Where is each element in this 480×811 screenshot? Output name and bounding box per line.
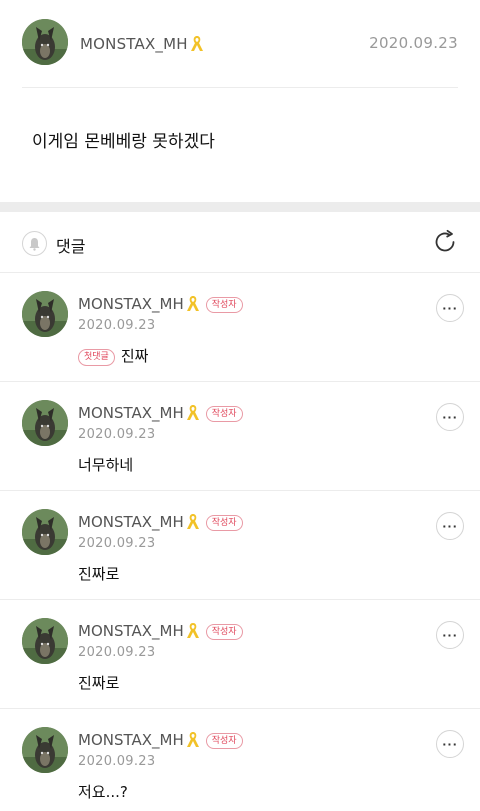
comment-avatar[interactable] xyxy=(22,291,68,337)
bell-icon xyxy=(29,237,40,251)
writer-badge: 작성자 xyxy=(205,515,243,531)
post-date: 2020.09.23 xyxy=(369,34,458,52)
yellow-ribbon-icon xyxy=(190,34,204,52)
comment-author-name: MONSTAX_MH xyxy=(78,731,184,749)
refresh-icon[interactable] xyxy=(432,229,458,255)
comment-author-name: MONSTAX_MH xyxy=(78,622,184,640)
post-author[interactable]: MONSTAX_MH xyxy=(80,34,204,53)
comment-text: 진짜로 xyxy=(78,674,120,692)
comment-author[interactable]: MONSTAX_MH 작성자 xyxy=(78,730,243,749)
writer-badge: 작성자 xyxy=(205,297,243,313)
yellow-ribbon-icon xyxy=(186,294,200,312)
comment-author[interactable]: MONSTAX_MH 작성자 xyxy=(78,621,243,640)
comment-author[interactable]: MONSTAX_MH 작성자 xyxy=(78,403,243,422)
notification-toggle[interactable] xyxy=(22,231,47,256)
author-avatar[interactable] xyxy=(22,19,68,65)
comment-item: MONSTAX_MH 작성자 2020.09.23 첫댓글 진짜 ··· xyxy=(0,273,480,382)
comment-author[interactable]: MONSTAX_MH 작성자 xyxy=(78,294,243,313)
divider xyxy=(22,87,458,88)
comment-text: 진짜로 xyxy=(78,565,120,583)
comment-date: 2020.09.23 xyxy=(78,645,156,660)
comment-text: 너무하네 xyxy=(78,456,134,474)
comment-date: 2020.09.23 xyxy=(78,754,156,769)
comment-date: 2020.09.23 xyxy=(78,536,156,551)
comment-text: 저요...? xyxy=(78,783,128,801)
comments-header: 댓글 xyxy=(0,212,480,273)
comment-avatar[interactable] xyxy=(22,618,68,664)
comment-author-name: MONSTAX_MH xyxy=(78,295,184,313)
yellow-ribbon-icon xyxy=(186,403,200,421)
more-button[interactable]: ··· xyxy=(436,730,464,758)
post-body: 이게임 몬베베랑 못하겠다 xyxy=(32,132,215,152)
section-divider xyxy=(0,202,480,212)
comment-author-name: MONSTAX_MH xyxy=(78,404,184,422)
more-button[interactable]: ··· xyxy=(436,512,464,540)
yellow-ribbon-icon xyxy=(186,512,200,530)
more-button[interactable]: ··· xyxy=(436,621,464,649)
comment-item: MONSTAX_MH 작성자 2020.09.23 저요...? ··· xyxy=(0,709,480,811)
first-comment-badge: 첫댓글 xyxy=(78,349,115,366)
yellow-ribbon-icon xyxy=(186,730,200,748)
comments-title: 댓글 xyxy=(56,237,86,256)
yellow-ribbon-icon xyxy=(186,621,200,639)
post-header: MONSTAX_MH 2020.09.23 xyxy=(0,0,480,88)
comment-text: 진짜 xyxy=(120,347,149,365)
comment-author[interactable]: MONSTAX_MH 작성자 xyxy=(78,512,243,531)
comment-item: MONSTAX_MH 작성자 2020.09.23 너무하네 ··· xyxy=(0,382,480,491)
writer-badge: 작성자 xyxy=(205,406,243,422)
comment-date: 2020.09.23 xyxy=(78,427,156,442)
comment-date: 2020.09.23 xyxy=(78,318,156,333)
more-button[interactable]: ··· xyxy=(436,403,464,431)
comment-author-name: MONSTAX_MH xyxy=(78,513,184,531)
comment-avatar[interactable] xyxy=(22,509,68,555)
writer-badge: 작성자 xyxy=(205,733,243,749)
more-button[interactable]: ··· xyxy=(436,294,464,322)
writer-badge: 작성자 xyxy=(205,624,243,640)
comment-avatar[interactable] xyxy=(22,727,68,773)
comment-text-row: 첫댓글 진짜 xyxy=(78,345,148,366)
comment-avatar[interactable] xyxy=(22,400,68,446)
comment-item: MONSTAX_MH 작성자 2020.09.23 진짜로 ··· xyxy=(0,600,480,709)
post-author-name: MONSTAX_MH xyxy=(80,35,188,53)
comment-item: MONSTAX_MH 작성자 2020.09.23 진짜로 ··· xyxy=(0,491,480,600)
